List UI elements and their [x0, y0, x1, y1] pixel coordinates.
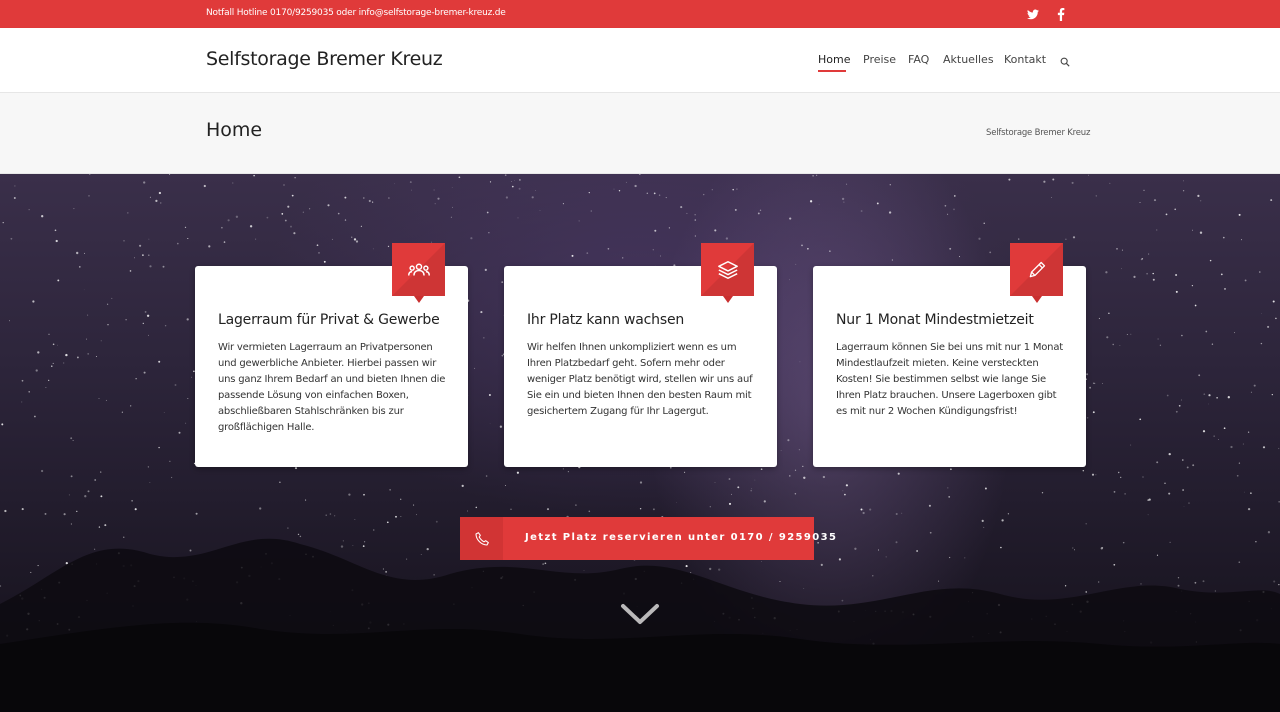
breadcrumb[interactable]: Selfstorage Bremer Kreuz — [986, 128, 1090, 138]
users-icon — [392, 243, 445, 303]
hotline-text: Notfall Hotline 0170/9259035 oder info@s… — [206, 8, 506, 18]
nav-preise[interactable]: Preise — [863, 53, 896, 66]
cta-label: Jetzt Platz reservieren unter 0170 / 925… — [525, 532, 838, 543]
nav-kontakt[interactable]: Kontakt — [1004, 53, 1046, 66]
nav-active-indicator — [818, 70, 846, 72]
nav-aktuelles[interactable]: Aktuelles — [943, 53, 994, 66]
facebook-icon[interactable] — [1053, 6, 1069, 22]
feature-text: Wir helfen Ihnen unkompliziert wenn es u… — [527, 342, 753, 417]
feature-text: Wir vermieten Lagerraum an Privatpersone… — [218, 342, 446, 433]
feature-text: Lagerraum können Sie bei uns mit nur 1 M… — [836, 342, 1063, 417]
pencil-icon — [1010, 243, 1063, 303]
phone-icon — [460, 517, 503, 560]
page-title-bar: Home Selfstorage Bremer Kreuz — [0, 93, 1280, 174]
feature-card-3: Nur 1 Monat Mindestmietzeit Lagerraum kö… — [813, 243, 1086, 467]
chevron-down-icon[interactable] — [620, 602, 660, 626]
reserve-cta-button[interactable]: Jetzt Platz reservieren unter 0170 / 925… — [460, 517, 836, 560]
nav-home[interactable]: Home — [818, 53, 850, 66]
layers-icon — [701, 243, 754, 303]
site-logo[interactable]: Selfstorage Bremer Kreuz — [206, 48, 443, 70]
hero-section: Lagerraum für Privat & Gewerbe Wir vermi… — [0, 174, 1280, 712]
feature-card-2: Ihr Platz kann wachsen Wir helfen Ihnen … — [504, 243, 777, 467]
nav-faq[interactable]: FAQ — [908, 53, 929, 66]
twitter-icon[interactable] — [1025, 6, 1041, 22]
search-icon[interactable] — [1060, 54, 1072, 67]
page-title: Home — [206, 119, 263, 141]
feature-title: Nur 1 Monat Mindestmietzeit — [836, 312, 1034, 328]
feature-card-1: Lagerraum für Privat & Gewerbe Wir vermi… — [195, 243, 468, 467]
feature-title: Ihr Platz kann wachsen — [527, 312, 685, 328]
top-bar: Notfall Hotline 0170/9259035 oder info@s… — [0, 0, 1280, 28]
feature-title: Lagerraum für Privat & Gewerbe — [218, 312, 440, 328]
site-header: Selfstorage Bremer Kreuz Home Preise FAQ… — [0, 28, 1280, 93]
